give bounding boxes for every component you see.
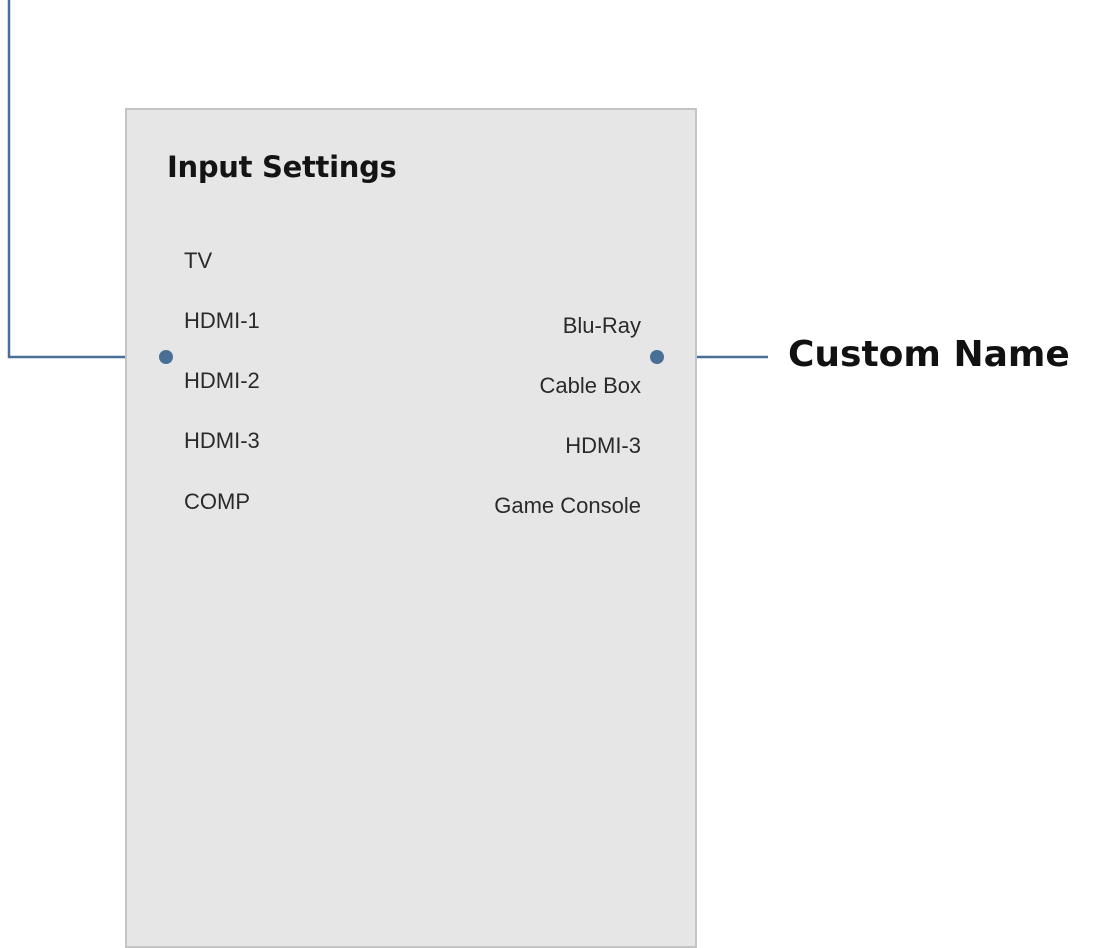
custom-name-callout: Custom Name	[788, 334, 1070, 375]
input-name-marker-dot	[159, 350, 173, 364]
custom-name-marker-dot	[650, 350, 664, 364]
annotation-dots	[159, 350, 664, 364]
